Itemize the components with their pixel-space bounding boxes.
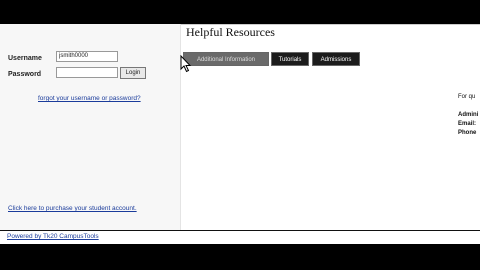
tab-tutorials[interactable]: Tutorials [271, 52, 309, 66]
mouse-pointer-icon [180, 55, 192, 73]
tab-admissions[interactable]: Admissions [312, 52, 360, 66]
login-button[interactable]: Login [120, 67, 146, 79]
admin-contact-label: Admini [458, 112, 479, 118]
powered-by-link[interactable]: Powered by Tk20 CampusTools [7, 233, 99, 240]
email-label: Email: [458, 121, 477, 127]
password-input[interactable] [56, 67, 118, 78]
username-label: Username [8, 55, 42, 62]
tab-additional-information[interactable]: Additional Information [183, 52, 269, 66]
page-content: Username Password Login forgot your user… [0, 24, 480, 244]
username-input[interactable] [56, 51, 118, 62]
login-sidebar: Username Password Login forgot your user… [0, 24, 181, 230]
password-label: Password [8, 71, 42, 78]
purchase-account-link[interactable]: Click here to purchase your student acco… [8, 205, 137, 212]
page-title: Helpful Resources [186, 25, 275, 39]
forgot-credentials-link[interactable]: forgot your username or password? [38, 95, 141, 102]
questions-text: For qu [458, 94, 476, 100]
phone-label: Phone [458, 130, 477, 136]
footer-divider [0, 230, 480, 231]
